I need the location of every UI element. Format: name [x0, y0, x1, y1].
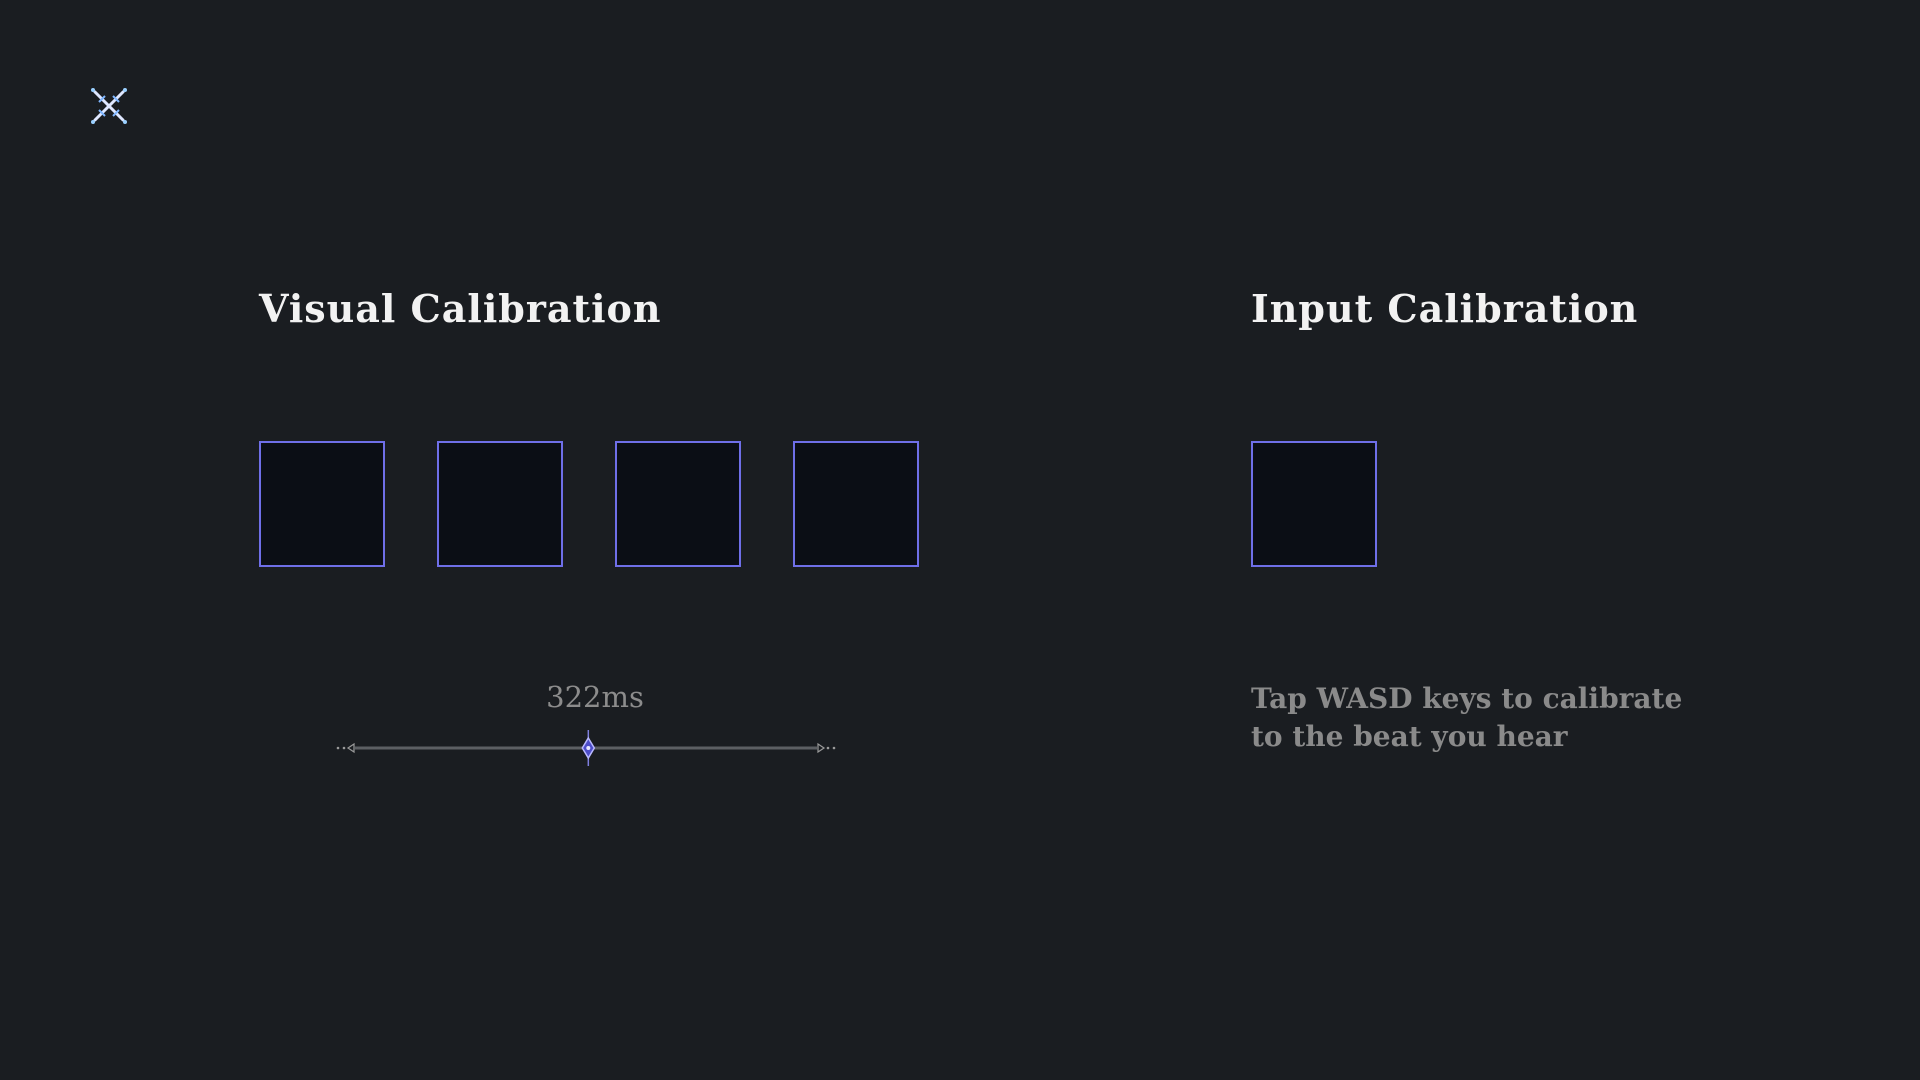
crossed-swords-close-icon — [85, 82, 133, 130]
input-tap-box — [1251, 441, 1377, 567]
visual-offset-slider[interactable] — [335, 728, 837, 768]
visual-calibration-title: Visual Calibration — [259, 286, 662, 331]
input-calibration-title: Input Calibration — [1251, 286, 1639, 331]
visual-lane-box-4 — [793, 441, 919, 567]
close-button[interactable] — [85, 82, 133, 130]
input-calibration-hint: Tap WASD keys to calibrate to the beat y… — [1251, 682, 1683, 753]
slider-right-end-icon — [817, 742, 836, 754]
visual-lane-box-2 — [437, 441, 563, 567]
slider-left-end-icon — [336, 742, 355, 754]
visual-offset-value: 322ms — [546, 680, 644, 714]
visual-lane-box-3 — [615, 441, 741, 567]
visual-lane-box-1 — [259, 441, 385, 567]
slider-knob[interactable] — [581, 730, 596, 766]
